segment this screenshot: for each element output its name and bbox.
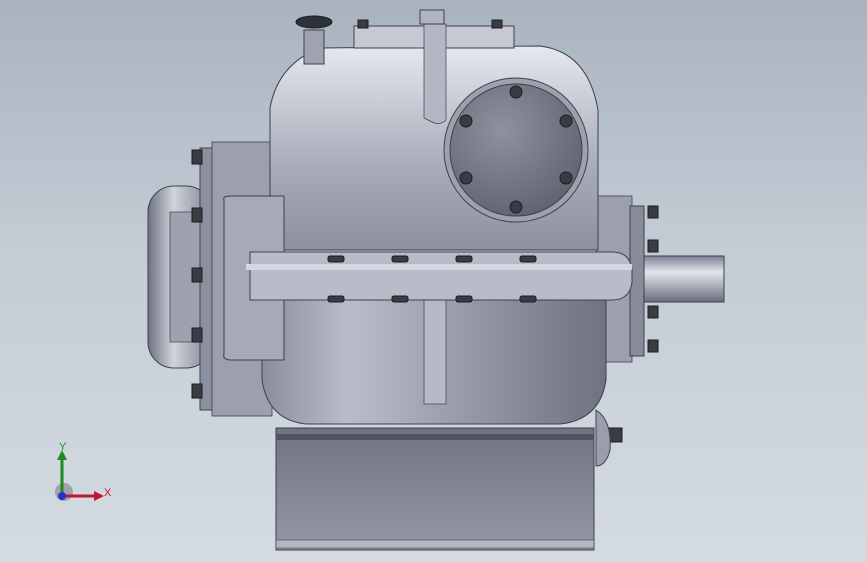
coordinate-triad[interactable] xyxy=(40,440,120,510)
gearbox-model[interactable] xyxy=(0,0,867,562)
x-axis-label: X xyxy=(104,487,112,499)
drain-fitting xyxy=(595,409,611,467)
triad-axes-icon xyxy=(55,450,104,501)
base-plinth xyxy=(275,427,595,551)
inspection-cover xyxy=(443,77,589,223)
y-axis-label: Y xyxy=(59,441,67,453)
housing-lower xyxy=(261,297,607,425)
cad-viewport[interactable]: Y X xyxy=(0,0,867,562)
